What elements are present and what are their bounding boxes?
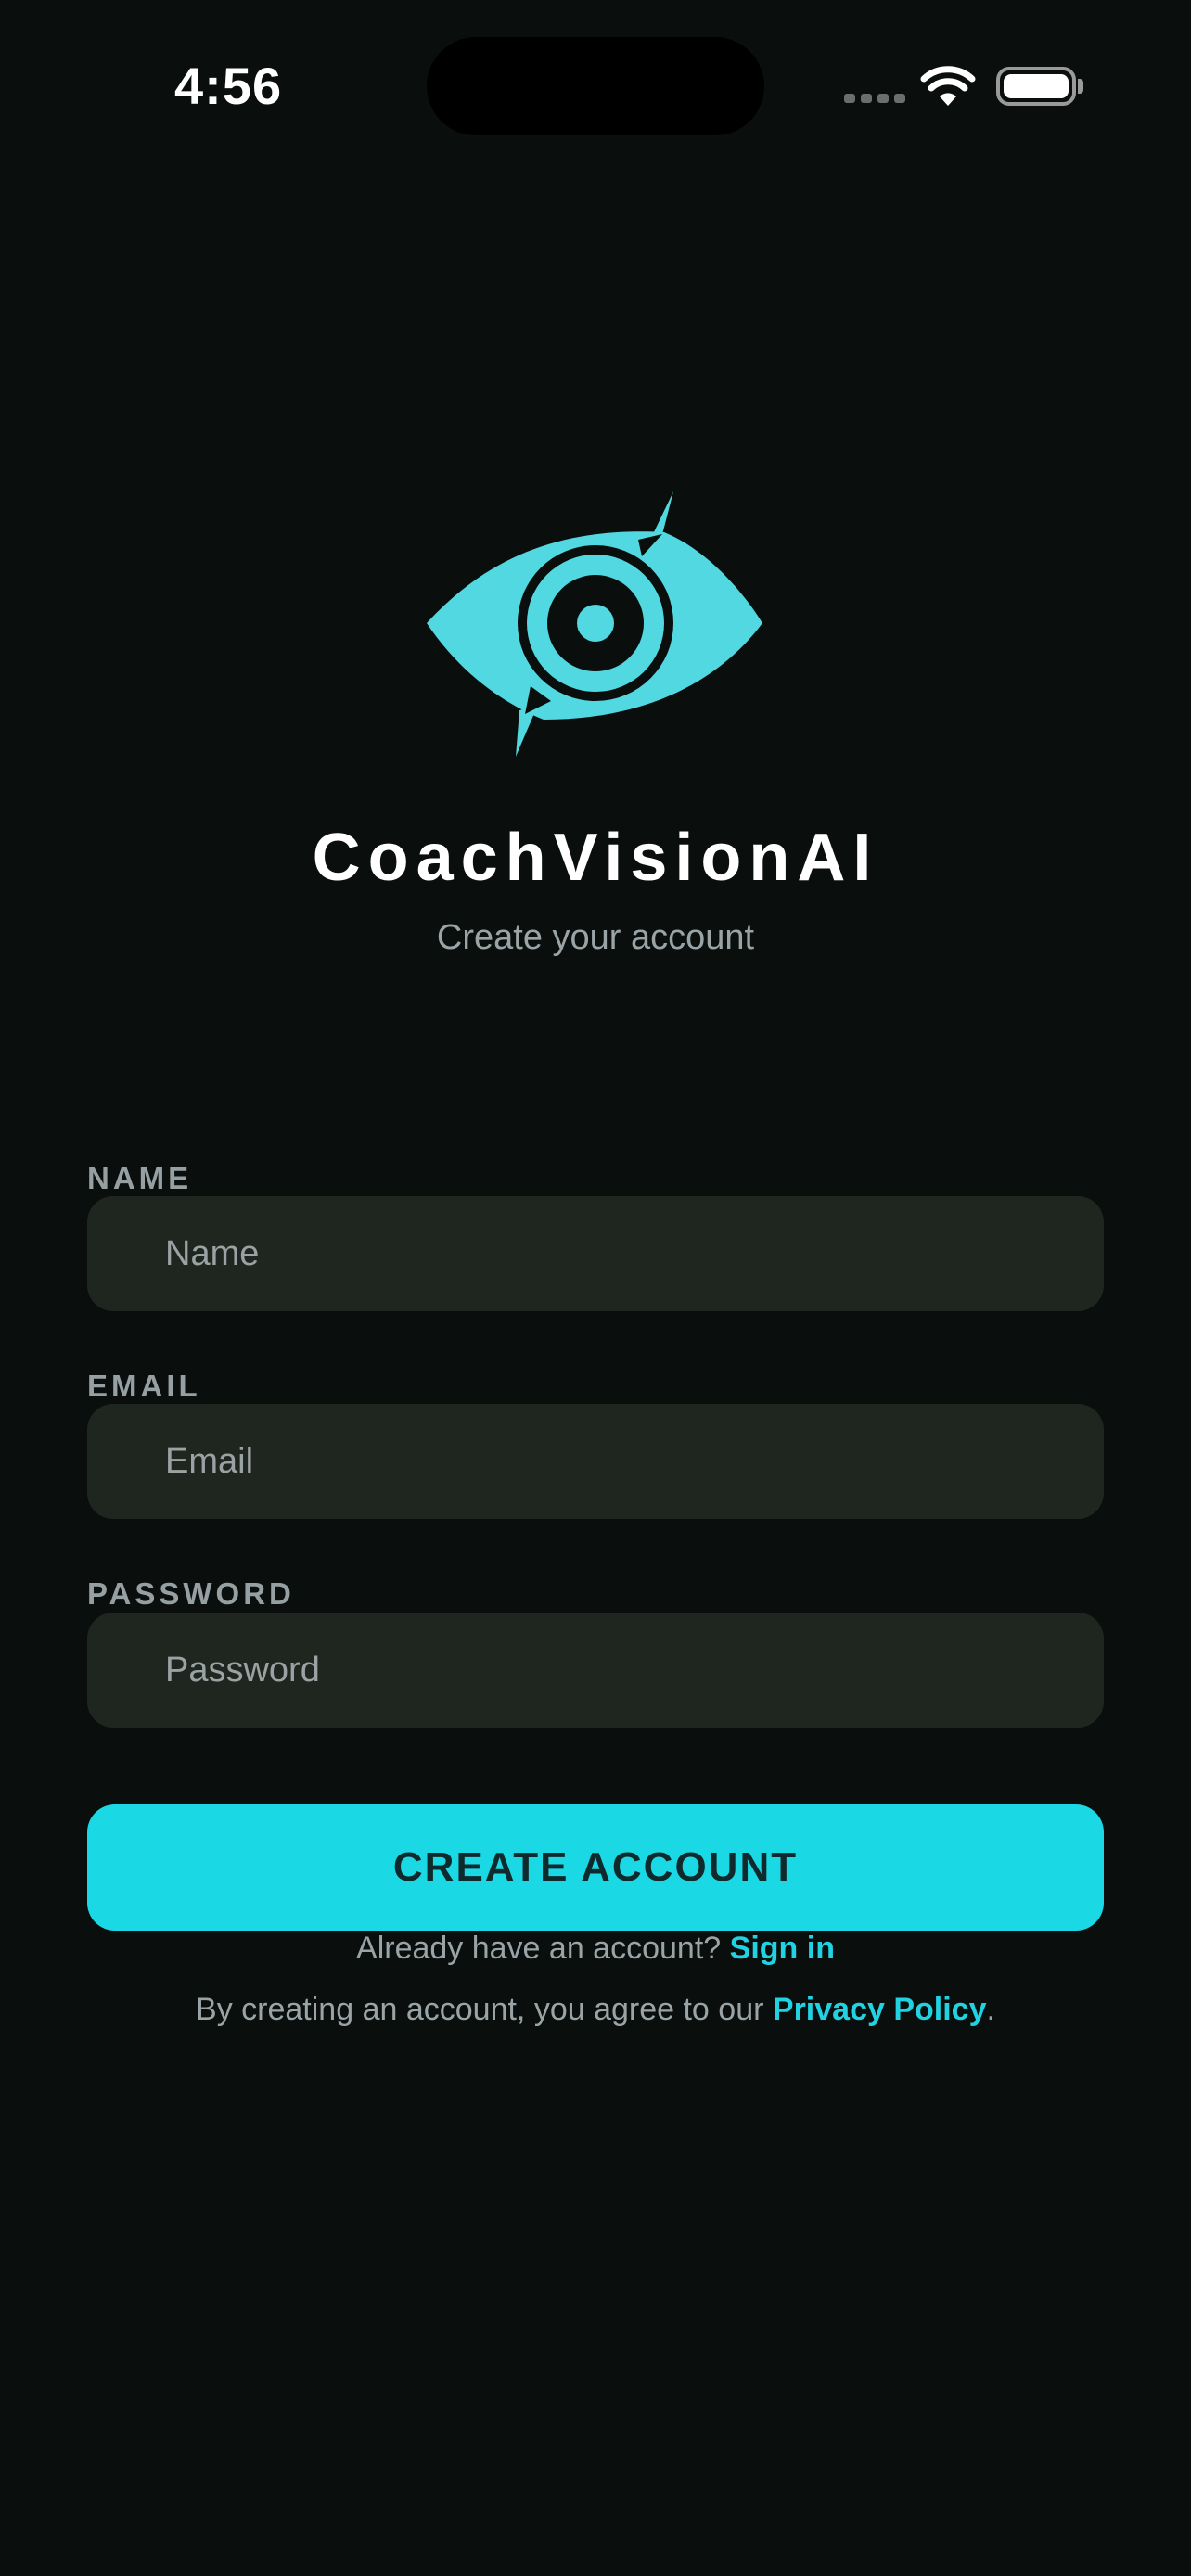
privacy-policy-link[interactable]: Privacy Policy [773,1992,987,2027]
name-input[interactable] [87,1196,1104,1311]
email-label: EMAIL [87,1369,201,1403]
battery-cap [1078,79,1083,94]
signin-prompt: Already have an account? Sign in [0,1931,1191,1967]
legal-notice: By creating an account, you agree to our… [186,1990,1005,2029]
password-label: PASSWORD [87,1576,295,1611]
email-input[interactable] [87,1404,1104,1519]
create-account-button[interactable]: CREATE ACCOUNT [87,1804,1104,1931]
legal-prefix: By creating an account, you agree to our [196,1992,764,2027]
cellular-signal-icon [844,94,905,103]
page-subtitle: Create your account [436,918,755,957]
eye-logo-icon [427,491,762,757]
password-input[interactable] [87,1613,1104,1728]
dynamic-island [427,37,764,135]
signin-prompt-text: Already have an account? [356,1931,722,1966]
legal-suffix: . [986,1992,995,2027]
wifi-icon [920,66,976,106]
status-time: 4:56 [174,57,283,115]
battery-icon [996,67,1076,106]
app-name: CoachVisionAI [312,821,879,895]
name-label: NAME [87,1161,193,1195]
sign-in-link[interactable]: Sign in [730,1931,835,1966]
